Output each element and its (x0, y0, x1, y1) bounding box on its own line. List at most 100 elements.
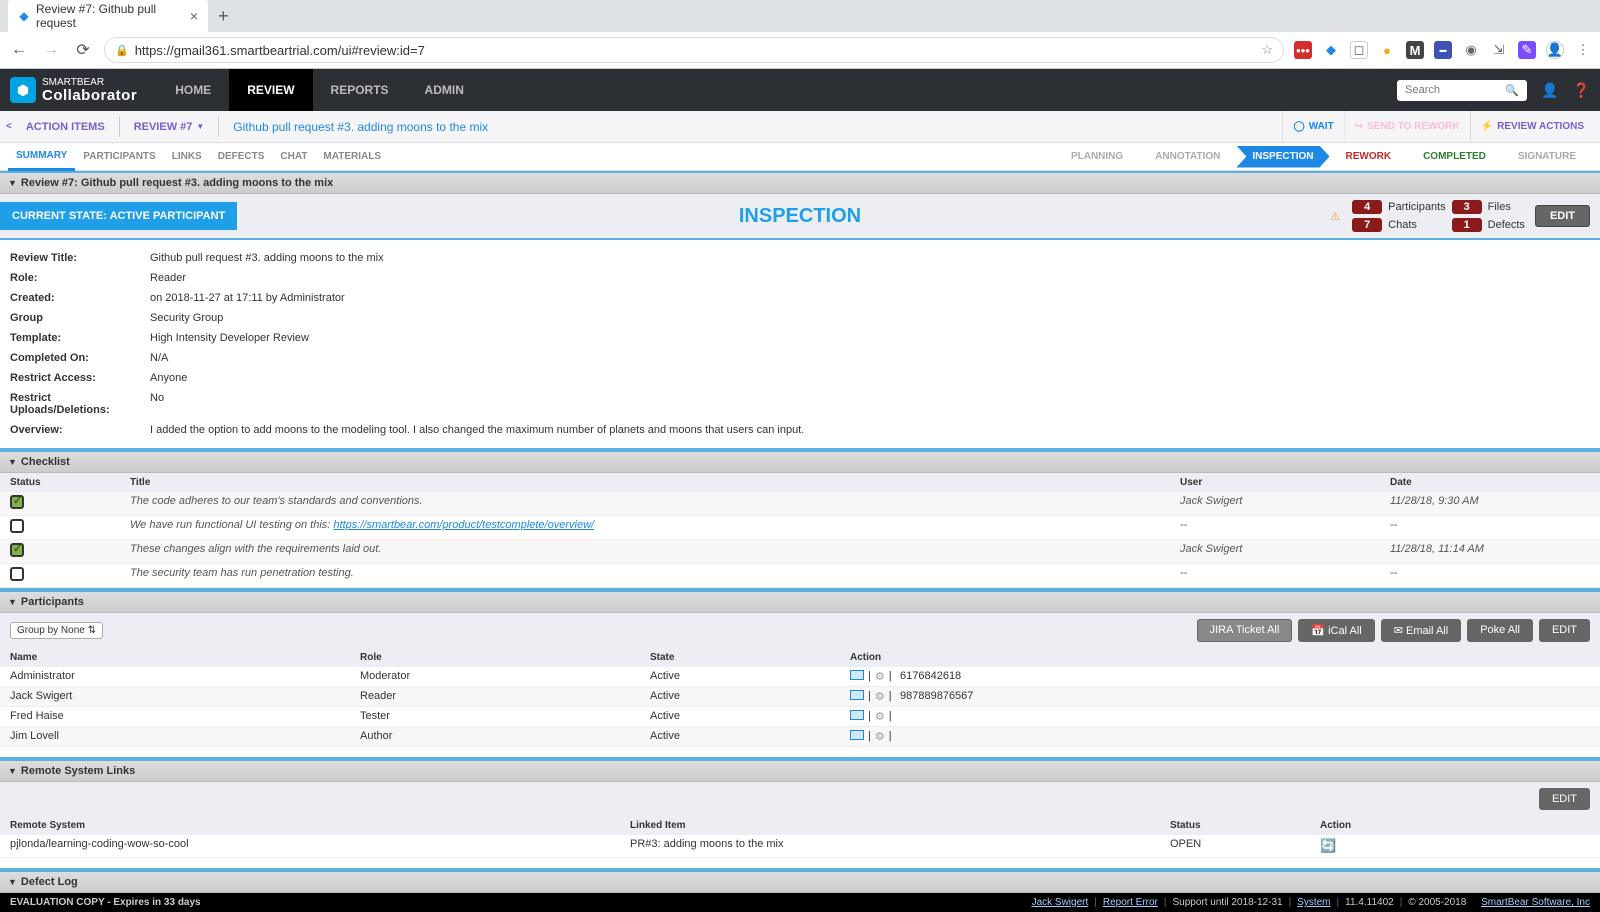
star-icon[interactable]: ☆ (1261, 42, 1273, 58)
search-icon[interactable]: 🔍 (1505, 84, 1519, 97)
profile-icon[interactable]: 👤 (1546, 41, 1564, 59)
checkbox-icon[interactable] (10, 567, 24, 581)
edit-button[interactable]: EDIT (1535, 205, 1590, 227)
ext-icon[interactable]: ✎ (1518, 41, 1536, 59)
checkbox-icon[interactable] (10, 519, 24, 533)
mail-icon[interactable] (850, 690, 864, 700)
help-icon[interactable]: ❓ (1573, 82, 1590, 99)
detail-label: Restrict Uploads/Deletions: (10, 392, 150, 416)
checklist-user: -- (1180, 519, 1390, 536)
gear-icon[interactable]: ⚙ (875, 670, 885, 683)
tab-defects[interactable]: DEFECTS (210, 143, 273, 171)
group-by-select[interactable]: Group by None ⇅ (10, 622, 103, 639)
inspection-label: INSPECTION (739, 205, 861, 228)
nav-admin[interactable]: ADMIN (407, 69, 482, 111)
participant-row: Jack SwigertReaderActive | ⚙ | 987889876… (0, 687, 1600, 707)
participant-role: Moderator (360, 670, 650, 683)
ext-icon[interactable]: ⇲ (1490, 41, 1508, 59)
collapse-icon[interactable]: ▼ (8, 457, 17, 467)
collapse-icon[interactable]: ▼ (8, 597, 17, 607)
wait-button[interactable]: ◯WAIT (1282, 111, 1343, 143)
checkbox-icon[interactable] (10, 543, 24, 557)
new-tab-button[interactable]: + (218, 6, 229, 27)
phase-completed[interactable]: COMPLETED (1407, 146, 1502, 168)
lock-icon: 🔒 (115, 44, 129, 57)
search-box[interactable]: 🔍 (1397, 80, 1527, 101)
stat-participants-count: 4 (1352, 200, 1382, 214)
linked-item: PR#3: adding moons to the mix (630, 838, 1170, 854)
forward-button[interactable]: → (40, 39, 62, 61)
browser-tab[interactable]: ◆ Review #7: Github pull request × (8, 0, 208, 36)
mail-icon[interactable] (850, 730, 864, 740)
footer-company-link[interactable]: SmartBear Software, Inc (1481, 897, 1590, 908)
review-details: Review Title:Github pull request #3. add… (0, 240, 1600, 450)
nav-home[interactable]: HOME (157, 69, 229, 111)
ext-icon[interactable]: ▬ (1434, 41, 1452, 59)
checklist-link[interactable]: https://smartbear.com/product/testcomple… (333, 519, 594, 531)
nav-review[interactable]: REVIEW (229, 69, 312, 111)
footer-report-link[interactable]: Report Error (1103, 897, 1158, 908)
breadcrumb-title[interactable]: Github pull request #3. adding moons to … (233, 120, 488, 134)
nav-reports[interactable]: REPORTS (313, 69, 407, 111)
brand-top: SMARTBEAR (42, 78, 137, 88)
detail-label: Overview: (10, 424, 150, 436)
search-input[interactable] (1405, 84, 1505, 96)
footer-user-link[interactable]: Jack Swigert (1032, 897, 1089, 908)
ext-icon[interactable]: ••• (1294, 41, 1312, 59)
participant-actions: | ⚙ | (850, 670, 900, 683)
back-button[interactable]: ← (8, 39, 30, 61)
gear-icon[interactable]: ⚙ (875, 730, 885, 743)
gear-icon[interactable]: ⚙ (875, 690, 885, 703)
email-all-button[interactable]: ✉ Email All (1381, 619, 1461, 642)
menu-icon[interactable]: ⋮ (1574, 41, 1592, 59)
poke-all-button[interactable]: Poke All (1467, 619, 1533, 642)
mail-icon[interactable] (850, 710, 864, 720)
review-section-header[interactable]: ▼ Review #7: Github pull request #3. add… (0, 171, 1600, 194)
checklist-header[interactable]: ▼ Checklist (0, 450, 1600, 473)
ext-icon[interactable]: M (1406, 41, 1424, 59)
user-icon[interactable]: 👤 (1541, 82, 1558, 99)
checkbox-icon[interactable] (10, 495, 24, 509)
ext-icon[interactable]: ◆ (1322, 41, 1340, 59)
phase-rework[interactable]: REWORK (1330, 146, 1408, 168)
tab-participants[interactable]: PARTICIPANTS (75, 143, 163, 171)
remote-links-header[interactable]: ▼ Remote System Links (0, 759, 1600, 782)
reload-button[interactable]: ⟳ (72, 39, 94, 61)
participants-edit-button[interactable]: EDIT (1539, 619, 1590, 642)
gear-icon[interactable]: ⚙ (875, 710, 885, 723)
refresh-icon[interactable]: 🔄 (1320, 838, 1336, 853)
jira-ticket-all-button[interactable]: JIRA Ticket All (1197, 619, 1293, 642)
ext-icon[interactable]: ◻ (1350, 41, 1368, 59)
collapse-icon[interactable]: ▼ (8, 178, 17, 188)
detail-value: Security Group (150, 312, 223, 324)
footer-system-link[interactable]: System (1297, 897, 1330, 908)
close-tab-icon[interactable]: × (190, 8, 198, 24)
address-bar[interactable]: 🔒 https://gmail361.smartbeartrial.com/ui… (104, 37, 1284, 63)
ext-icon[interactable]: ● (1378, 41, 1396, 59)
mail-icon[interactable] (850, 670, 864, 680)
collapse-icon[interactable]: ▼ (8, 877, 17, 887)
tab-summary[interactable]: SUMMARY (8, 143, 75, 171)
tab-title: Review #7: Github pull request (36, 2, 176, 30)
tab-chat[interactable]: CHAT (272, 143, 315, 171)
phase-inspection[interactable]: INSPECTION (1236, 146, 1329, 168)
remote-edit-button[interactable]: EDIT (1539, 788, 1590, 810)
phase-planning[interactable]: PLANNING (1055, 146, 1139, 168)
tab-materials[interactable]: MATERIALS (315, 143, 389, 171)
defect-log-header[interactable]: ▼ Defect Log (0, 870, 1600, 893)
collapse-icon[interactable]: ▼ (8, 766, 17, 776)
detail-row: Completed On:N/A (10, 348, 1590, 368)
participants-header[interactable]: ▼ Participants (0, 590, 1600, 613)
back-chevron-icon[interactable]: < (6, 121, 12, 132)
ical-all-button[interactable]: 📅 iCal All (1298, 619, 1374, 642)
logo[interactable]: ⬢ SMARTBEAR Collaborator (10, 77, 137, 103)
participant-row: Fred HaiseTesterActive | ⚙ | (0, 707, 1600, 727)
ext-icon[interactable]: ◉ (1462, 41, 1480, 59)
review-actions-button[interactable]: ⚡REVIEW ACTIONS (1470, 111, 1594, 143)
review-number-dropdown[interactable]: REVIEW #7▼ (134, 121, 205, 133)
tab-links[interactable]: LINKS (164, 143, 210, 171)
phase-annotation[interactable]: ANNOTATION (1139, 146, 1236, 168)
detail-label: Created: (10, 292, 150, 304)
action-items-link[interactable]: ACTION ITEMS (26, 121, 105, 133)
phase-signature[interactable]: SIGNATURE (1502, 146, 1592, 168)
